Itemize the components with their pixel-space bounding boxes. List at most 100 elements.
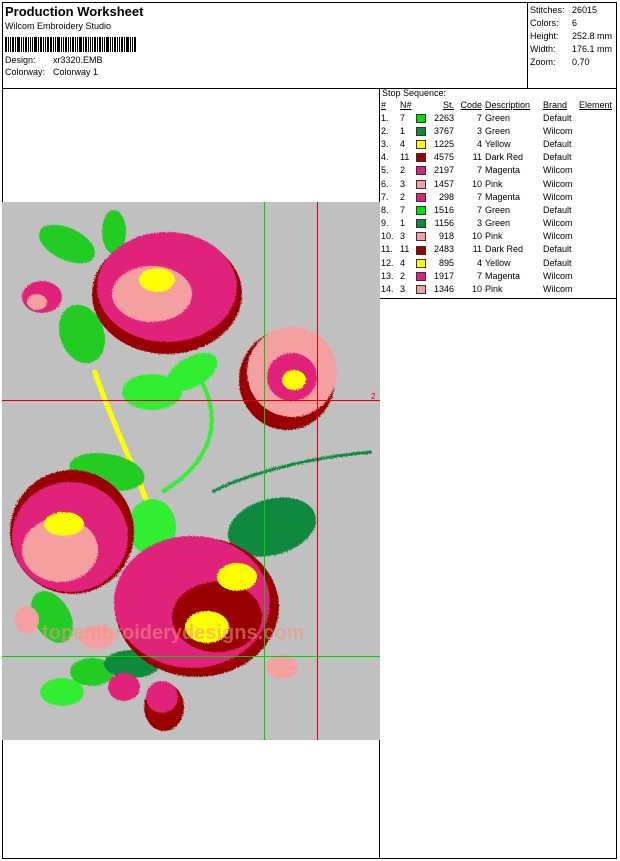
stat-value: 252.8 mm: [572, 31, 613, 41]
guide-label: 2: [371, 392, 376, 401]
col-header-needle: N#: [400, 100, 412, 110]
cell-swatch: [416, 282, 429, 295]
cell-element: [579, 124, 612, 137]
barcode-bar: [94, 37, 96, 52]
barcode-bar: [61, 37, 62, 52]
barcode-bar: [43, 37, 44, 52]
cell-code: 3: [476, 218, 482, 229]
table-row: 1. 7 2263 7 Green Default: [380, 111, 612, 124]
cell-code: 10: [471, 231, 482, 242]
barcode-bar: [83, 37, 84, 52]
barcode-bar: [23, 37, 24, 52]
cell-num: 5.: [381, 165, 389, 176]
table-row: 11. 11 2483 11 Dark Red Default: [380, 243, 612, 256]
cell-brand: Wilcom: [543, 165, 573, 176]
cell-code: 10: [471, 178, 482, 189]
cell-code: 3: [476, 125, 482, 136]
barcode-bar: [10, 37, 11, 52]
stat-label: Height:: [530, 31, 559, 41]
cell-brand: Wilcom: [543, 270, 573, 281]
cell-stitches: 918: [438, 231, 454, 242]
cell-stitches: 1346: [433, 284, 454, 295]
cell-num: 13.: [381, 270, 394, 281]
cell-swatch: [416, 269, 429, 282]
barcode-bar: [5, 37, 7, 52]
barcode-bar: [63, 37, 64, 52]
col-header-swatch: [416, 99, 429, 111]
cell-stitches: 1917: [433, 270, 454, 281]
cell-brand: Wilcom: [543, 231, 573, 242]
color-swatch: [416, 140, 426, 150]
table-header-row: # N# St. Code Description Brand Element: [380, 99, 612, 111]
barcode-bar: [30, 37, 31, 52]
cell-description: Dark Red: [485, 244, 524, 255]
cell-element: [579, 243, 612, 256]
barcode: [5, 37, 525, 52]
barcode-bar: [32, 37, 33, 52]
table-row: 12. 4 895 4 Yellow Default: [380, 256, 612, 269]
color-swatch: [416, 113, 426, 123]
cell-needle: 11: [400, 152, 410, 163]
cell-code: 7: [476, 270, 482, 281]
cell-stitches: 1457: [433, 178, 454, 189]
stat-colors: Colors: 6: [530, 17, 617, 30]
cell-stitches: 298: [438, 191, 454, 202]
cell-stitches: 1156: [434, 218, 454, 229]
barcode-bar: [124, 37, 125, 52]
barcode-bar: [85, 37, 87, 52]
cell-swatch: [416, 137, 429, 150]
cell-code: 11: [472, 152, 482, 163]
barcode-bar: [97, 37, 98, 52]
rose-left: [10, 470, 134, 594]
cell-swatch: [416, 217, 429, 230]
cell-num: 12.: [381, 257, 394, 268]
bud: [146, 681, 178, 713]
stat-label: Colors:: [530, 18, 559, 28]
company-name: Wilcom Embroidery Studio: [5, 21, 112, 31]
barcode-bar: [106, 37, 109, 52]
cell-element: [579, 269, 612, 282]
barcode-bar: [47, 37, 49, 52]
cell-description: Magenta: [485, 270, 521, 281]
table-row: 7. 2 298 7 Magenta Wilcom: [380, 190, 612, 203]
barcode-bar: [117, 37, 118, 52]
stat-zoom: Zoom: 0.70: [530, 56, 617, 69]
cell-num: 1.: [381, 112, 389, 123]
barcode-bar: [79, 37, 82, 52]
cell-swatch: [416, 164, 429, 177]
colorway-label: Colorway:: [5, 67, 46, 77]
guide-green-horizontal: [2, 656, 380, 657]
color-swatch: [416, 153, 426, 163]
color-swatch: [416, 258, 426, 268]
barcode-bar: [40, 37, 42, 52]
cell-code: 7: [476, 112, 482, 123]
cell-needle: 7: [400, 112, 406, 123]
cell-num: 4.: [381, 152, 389, 163]
cell-needle: 11: [400, 244, 410, 255]
barcode-bar: [70, 37, 71, 52]
cell-stitches: 4575: [433, 152, 454, 163]
stat-value: 6: [572, 18, 578, 28]
guide-green-vertical: [264, 202, 265, 740]
barcode-bar: [77, 37, 78, 52]
leaf: [40, 678, 84, 706]
stat-label: Stitches:: [530, 5, 565, 15]
cell-stitches: 895: [438, 257, 454, 268]
barcode-bar: [119, 37, 120, 52]
barcode-bar: [38, 37, 39, 52]
barcode-bar: [134, 37, 136, 52]
barcode-bar: [21, 37, 22, 52]
barcode-bar: [99, 37, 101, 52]
cell-needle: 2: [400, 191, 406, 202]
cell-element: [579, 203, 612, 216]
cell-stitches: 3767: [433, 125, 454, 136]
cell-brand: Wilcom: [543, 191, 573, 202]
cell-code: 7: [476, 191, 482, 202]
cell-element: [579, 137, 612, 150]
cell-description: Dark Red: [485, 152, 524, 163]
cell-swatch: [416, 177, 429, 190]
header: Production Worksheet Wilcom Embroidery S…: [5, 4, 525, 88]
cell-num: 3.: [381, 138, 389, 149]
barcode-bar: [112, 37, 113, 52]
col-header-brand: Brand: [543, 100, 568, 110]
